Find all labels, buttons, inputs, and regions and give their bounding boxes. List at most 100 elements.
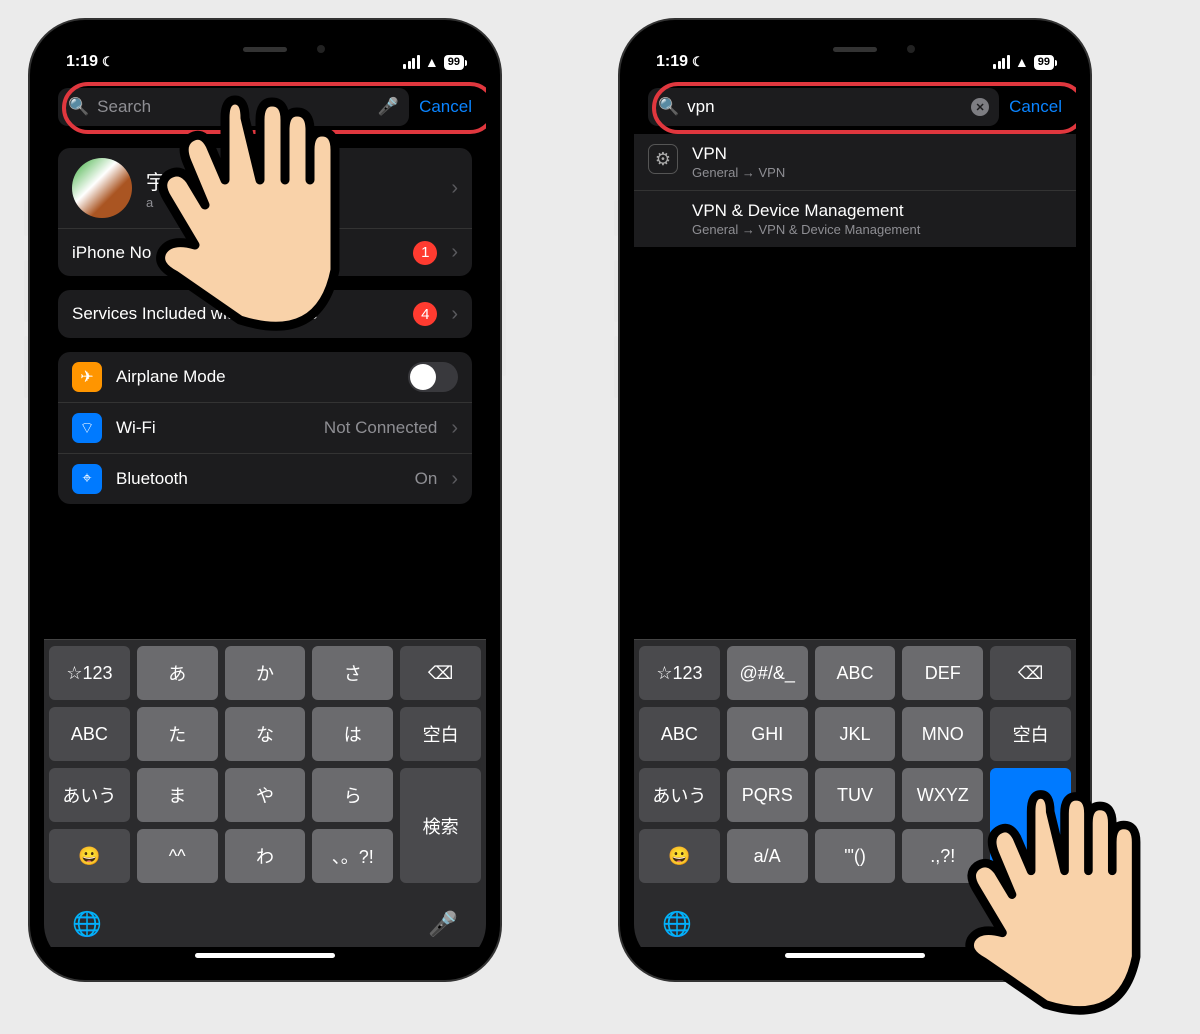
- row-label: iPhone No: [72, 243, 399, 263]
- key-a[interactable]: あ: [137, 646, 218, 700]
- airplane-icon: ✈: [72, 362, 102, 392]
- row-label: Airplane Mode: [116, 367, 394, 387]
- key-backspace[interactable]: ⌫: [400, 646, 481, 700]
- key-abc[interactable]: ABC: [639, 707, 720, 761]
- key-mno[interactable]: MNO: [902, 707, 983, 761]
- mic-icon[interactable]: 🎤: [378, 97, 399, 117]
- key-jkl[interactable]: JKL: [815, 707, 896, 761]
- profile-sub: a: [146, 195, 437, 210]
- signal-icon: [403, 55, 420, 69]
- mic-icon[interactable]: 🎤: [1018, 910, 1048, 939]
- key-ra[interactable]: ら: [312, 768, 393, 822]
- keyboard[interactable]: ☆123 あ か さ ⌫ ABC た な は 空白 あいう ま や ら 検索 😀…: [44, 639, 486, 891]
- battery-icon: 99: [444, 55, 464, 70]
- key-num[interactable]: ☆123: [49, 646, 130, 700]
- key-sa[interactable]: さ: [312, 646, 393, 700]
- chevron-right-icon: ›: [451, 417, 458, 440]
- key-wa[interactable]: わ: [225, 829, 306, 883]
- iphone-backup-row[interactable]: iPhone No 1 ›: [58, 228, 472, 276]
- key-space[interactable]: 空白: [990, 707, 1071, 761]
- search-result-vpn[interactable]: ⚙ VPN General → VPN: [634, 134, 1076, 190]
- result-path: General → VPN & Device Management: [692, 222, 920, 237]
- services-row[interactable]: Services Included with Purchase 4 ›: [58, 290, 472, 338]
- row-value: Not Connected: [324, 418, 437, 438]
- key-emoji[interactable]: 😀: [49, 829, 130, 883]
- globe-icon[interactable]: 🌐: [72, 910, 102, 939]
- key-num[interactable]: ☆123: [639, 646, 720, 700]
- search-input[interactable]: [687, 97, 963, 117]
- row-value: On: [415, 469, 438, 489]
- status-time: 1:19: [656, 53, 688, 71]
- wifi-icon: ▲: [425, 54, 439, 70]
- key-case[interactable]: a/A: [727, 829, 808, 883]
- key-punct[interactable]: 、。?!: [312, 829, 393, 883]
- row-label: Bluetooth: [116, 469, 401, 489]
- chevron-right-icon: ›: [451, 303, 458, 326]
- key-abc1[interactable]: ABC: [815, 646, 896, 700]
- key-sym[interactable]: @#/&_: [727, 646, 808, 700]
- key-quote[interactable]: '"(): [815, 829, 896, 883]
- airplane-toggle[interactable]: [408, 362, 458, 392]
- airplane-mode-row[interactable]: ✈ Airplane Mode: [58, 352, 472, 402]
- home-indicator[interactable]: [785, 953, 925, 958]
- key-search[interactable]: [990, 768, 1071, 883]
- result-title: VPN & Device Management: [692, 201, 920, 221]
- result-path: General → VPN: [692, 165, 785, 180]
- search-field[interactable]: 🔍 ✕: [648, 88, 999, 126]
- dnd-icon: ☾: [692, 54, 704, 70]
- badge: 4: [413, 302, 437, 326]
- clear-icon[interactable]: ✕: [971, 98, 989, 116]
- chevron-right-icon: ›: [451, 468, 458, 491]
- globe-icon[interactable]: 🌐: [662, 910, 692, 939]
- result-title: VPN: [692, 144, 785, 164]
- key-abc[interactable]: ABC: [49, 707, 130, 761]
- row-label: Wi-Fi: [116, 418, 310, 438]
- key-wxyz[interactable]: WXYZ: [902, 768, 983, 822]
- key-ta[interactable]: た: [137, 707, 218, 761]
- key-search[interactable]: 検索: [400, 768, 481, 883]
- profile-row[interactable]: 宇 a ›: [58, 148, 472, 228]
- cancel-button[interactable]: Cancel: [1009, 97, 1062, 117]
- key-ma[interactable]: ま: [137, 768, 218, 822]
- key-pqrs[interactable]: PQRS: [727, 768, 808, 822]
- key-tuv[interactable]: TUV: [815, 768, 896, 822]
- key-na[interactable]: な: [225, 707, 306, 761]
- home-indicator[interactable]: [195, 953, 335, 958]
- key-ha[interactable]: は: [312, 707, 393, 761]
- keyboard-toolbar: 🌐 🎤: [44, 891, 486, 947]
- key-kana[interactable]: あいう: [49, 768, 130, 822]
- phone-left: 1:19☾ ▲ 99 🔍 🎤 Cancel: [30, 20, 500, 980]
- signal-icon: [993, 55, 1010, 69]
- search-input[interactable]: [97, 97, 370, 117]
- key-ghi[interactable]: GHI: [727, 707, 808, 761]
- key-def[interactable]: DEF: [902, 646, 983, 700]
- key-space[interactable]: 空白: [400, 707, 481, 761]
- key-ya[interactable]: や: [225, 768, 306, 822]
- keyboard-toolbar: 🌐 🎤: [634, 891, 1076, 947]
- avatar: [72, 158, 132, 218]
- wifi-icon: ▲: [1015, 54, 1029, 70]
- keyboard[interactable]: ☆123 @#/&_ ABC DEF ⌫ ABC GHI JKL MNO 空白 …: [634, 639, 1076, 891]
- mic-icon[interactable]: 🎤: [428, 910, 458, 939]
- key-punct[interactable]: .,?!: [902, 829, 983, 883]
- gear-icon: ⚙: [648, 144, 678, 174]
- bluetooth-icon: ⌖: [72, 464, 102, 494]
- wifi-row-icon: ⌔: [72, 413, 102, 443]
- key-emoji[interactable]: 😀: [639, 829, 720, 883]
- bluetooth-row[interactable]: ⌖ Bluetooth On ›: [58, 453, 472, 504]
- search-result-vpn-management[interactable]: VPN & Device Management General → VPN & …: [634, 190, 1076, 247]
- key-caret[interactable]: ^^: [137, 829, 218, 883]
- key-backspace[interactable]: ⌫: [990, 646, 1071, 700]
- profile-name: 宇: [146, 166, 437, 195]
- wifi-row[interactable]: ⌔ Wi-Fi Not Connected ›: [58, 402, 472, 453]
- key-kana[interactable]: あいう: [639, 768, 720, 822]
- search-icon: 🔍: [658, 97, 679, 117]
- status-time: 1:19: [66, 53, 98, 71]
- dnd-icon: ☾: [102, 54, 114, 70]
- chevron-right-icon: ›: [451, 177, 458, 200]
- chevron-right-icon: ›: [451, 241, 458, 264]
- search-field[interactable]: 🔍 🎤: [58, 88, 409, 126]
- cancel-button[interactable]: Cancel: [419, 97, 472, 117]
- search-icon: 🔍: [68, 97, 89, 117]
- key-ka[interactable]: か: [225, 646, 306, 700]
